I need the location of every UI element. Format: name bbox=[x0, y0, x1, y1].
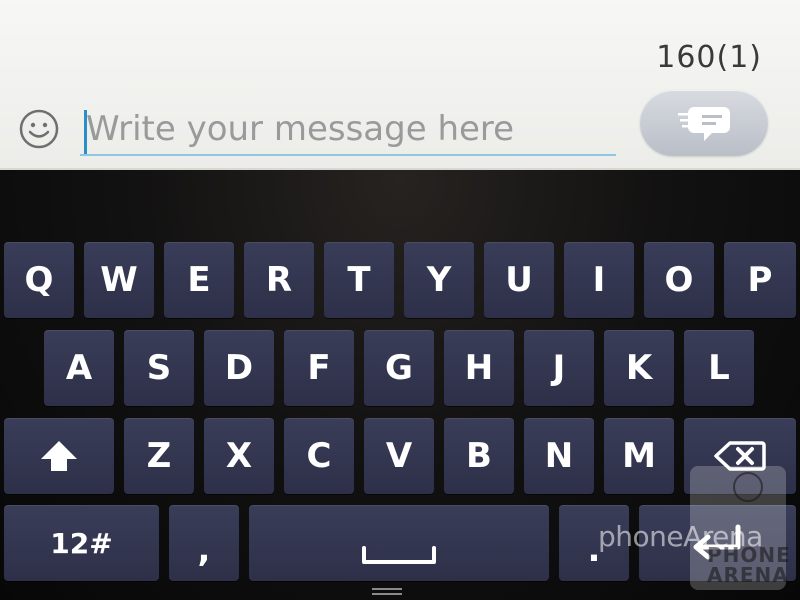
space-bar-icon bbox=[362, 546, 436, 564]
key-l[interactable]: L bbox=[684, 330, 754, 406]
key-h[interactable]: H bbox=[444, 330, 514, 406]
messaging-screen: 160(1) Q W E R T Y U I bbox=[0, 0, 800, 600]
key-c[interactable]: C bbox=[284, 418, 354, 494]
text-caret bbox=[84, 110, 87, 154]
key-u[interactable]: U bbox=[484, 242, 554, 318]
character-counter: 160(1) bbox=[656, 40, 762, 75]
key-s[interactable]: S bbox=[124, 330, 194, 406]
symbols-key[interactable]: 12# bbox=[4, 505, 159, 581]
watermark-logo-line1: PHONE bbox=[707, 543, 791, 567]
key-q[interactable]: Q bbox=[4, 242, 74, 318]
send-message-icon bbox=[678, 107, 730, 141]
key-y[interactable]: Y bbox=[404, 242, 474, 318]
key-v[interactable]: V bbox=[364, 418, 434, 494]
shift-arrow-icon bbox=[41, 441, 77, 471]
key-n[interactable]: N bbox=[524, 418, 594, 494]
watermark-logo-line2: ARENA bbox=[707, 563, 789, 587]
key-i[interactable]: I bbox=[564, 242, 634, 318]
message-input[interactable] bbox=[80, 104, 616, 156]
key-f[interactable]: F bbox=[284, 330, 354, 406]
key-d[interactable]: D bbox=[204, 330, 274, 406]
key-w[interactable]: W bbox=[84, 242, 154, 318]
key-p[interactable]: P bbox=[724, 242, 796, 318]
comma-key[interactable]: , bbox=[169, 505, 239, 581]
key-m[interactable]: M bbox=[604, 418, 674, 494]
send-button[interactable] bbox=[640, 90, 768, 156]
key-e[interactable]: E bbox=[164, 242, 234, 318]
key-x[interactable]: X bbox=[204, 418, 274, 494]
shift-key[interactable] bbox=[4, 418, 114, 494]
key-z[interactable]: Z bbox=[124, 418, 194, 494]
watermark-ring bbox=[733, 472, 763, 502]
key-o[interactable]: O bbox=[644, 242, 714, 318]
compose-bar: 160(1) bbox=[0, 0, 800, 170]
watermark-logo-text: PHONE ARENA bbox=[707, 545, 791, 585]
key-t[interactable]: T bbox=[324, 242, 394, 318]
smiley-face-icon[interactable] bbox=[18, 108, 60, 150]
key-r[interactable]: R bbox=[244, 242, 314, 318]
key-g[interactable]: G bbox=[364, 330, 434, 406]
key-j[interactable]: J bbox=[524, 330, 594, 406]
key-k[interactable]: K bbox=[604, 330, 674, 406]
key-b[interactable]: B bbox=[444, 418, 514, 494]
space-key[interactable] bbox=[249, 505, 549, 581]
key-a[interactable]: A bbox=[44, 330, 114, 406]
menu-handle-icon[interactable] bbox=[372, 588, 402, 600]
